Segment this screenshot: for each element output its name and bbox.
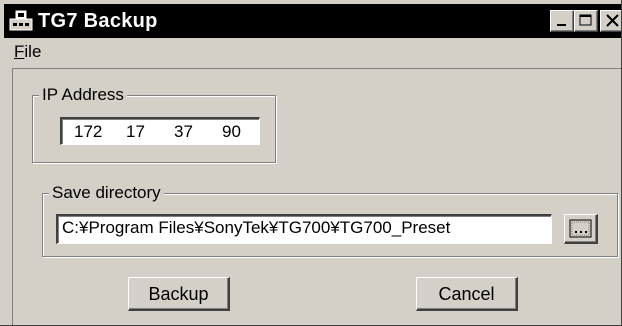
- ip-octet-2[interactable]: 17: [126, 122, 145, 142]
- close-icon: [606, 14, 619, 27]
- cancel-button[interactable]: Cancel: [416, 277, 518, 311]
- ip-octet-4[interactable]: 90: [222, 122, 241, 142]
- minimize-button[interactable]: [550, 10, 574, 32]
- menu-bar: File: [4, 38, 622, 66]
- close-button[interactable]: [600, 10, 622, 32]
- title-bar[interactable]: TG7 Backup: [4, 4, 622, 38]
- ip-address-field[interactable]: 172 17 37 90: [60, 117, 260, 145]
- save-directory-label: Save directory: [49, 183, 164, 203]
- minimize-icon: [557, 24, 566, 26]
- browse-button[interactable]: [564, 214, 598, 244]
- ip-octet-1[interactable]: 172: [74, 122, 102, 142]
- window-title: TG7 Backup: [38, 10, 158, 32]
- app-icon[interactable]: [8, 10, 34, 32]
- menu-file-label: ile: [24, 42, 42, 61]
- maximize-button[interactable]: [574, 10, 598, 32]
- browse-ellipsis-icon: [569, 219, 592, 238]
- ip-address-label: IP Address: [39, 85, 127, 105]
- app-window: TG7 Backup File IP Address 172 17 37 90: [0, 0, 622, 326]
- ip-octet-3[interactable]: 37: [174, 122, 193, 142]
- menu-file[interactable]: File: [14, 42, 41, 62]
- save-directory-field[interactable]: C:¥Program Files¥SonyTek¥TG700¥TG700_Pre…: [56, 214, 552, 244]
- maximize-icon: [579, 14, 592, 26]
- menu-file-mnemonic: F: [14, 42, 25, 61]
- backup-button[interactable]: Backup: [128, 277, 230, 311]
